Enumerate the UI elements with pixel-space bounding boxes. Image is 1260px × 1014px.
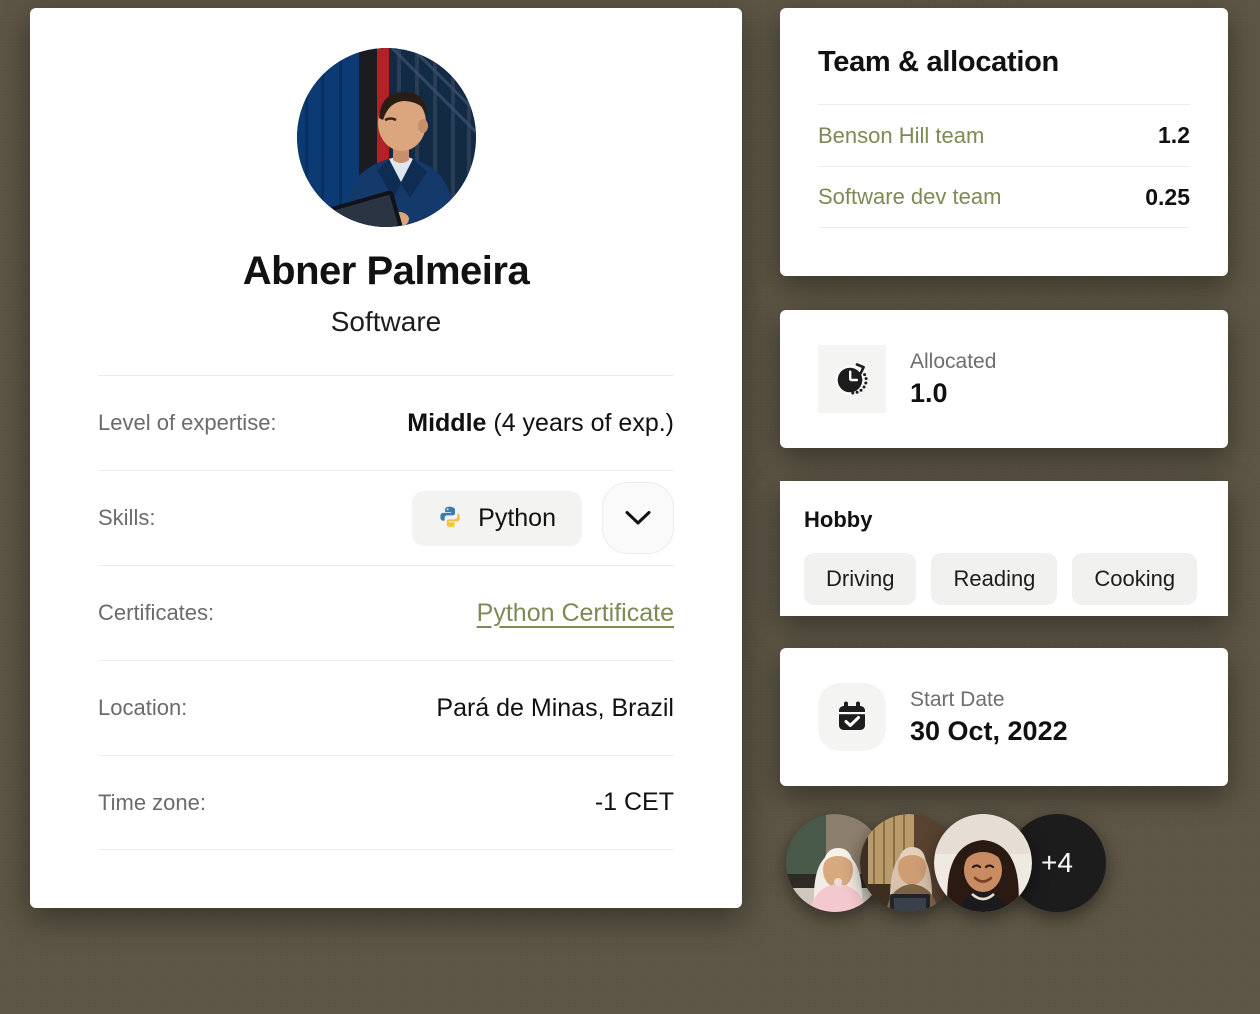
member-avatar-stack: +4	[786, 814, 1106, 912]
certificate-link[interactable]: Python Certificate	[477, 599, 674, 628]
allocated-card: Allocated 1.0	[780, 310, 1228, 448]
profile-dashboard: Abner Palmeira Software Level of experti…	[0, 0, 1260, 1014]
hobby-card: Hobby Driving Reading Cooking	[780, 481, 1228, 616]
hobby-chip-driving[interactable]: Driving	[804, 553, 917, 605]
detail-label: Location:	[98, 695, 188, 720]
skills-expand-button[interactable]	[602, 482, 674, 554]
page-title: Abner Palmeira	[242, 249, 530, 293]
skill-label: Python	[478, 503, 556, 532]
detail-label: Level of expertise:	[98, 410, 277, 435]
detail-row-time-zone: Time zone: -1 CET	[98, 755, 674, 850]
start-date-card: Start Date 30 Oct, 2022	[780, 648, 1228, 786]
allocated-text-group: Allocated 1.0	[910, 350, 996, 409]
detail-label: Time zone:	[98, 789, 207, 815]
hobby-chip-reading[interactable]: Reading	[931, 553, 1058, 605]
calendar-check-icon	[838, 701, 866, 730]
avatar-container	[30, 8, 742, 227]
detail-value: Pará de Minas, Brazil	[436, 693, 674, 722]
start-date-value: 30 Oct, 2022	[910, 715, 1068, 746]
allocated-label: Allocated	[910, 349, 997, 373]
team-allocation-value: 0.25	[1145, 183, 1190, 210]
profile-card: Abner Palmeira Software Level of experti…	[30, 8, 742, 908]
detail-value: -1 CET	[594, 788, 674, 816]
allocated-value: 1.0	[910, 377, 948, 408]
skills-value-group: Python	[412, 482, 674, 554]
detail-row-certificates: Certificates: Python Certificate	[98, 565, 674, 660]
chevron-down-icon	[625, 511, 651, 525]
team-allocation-title: Team & allocation	[818, 46, 1059, 78]
member-avatar-3[interactable]	[934, 814, 1032, 912]
start-date-label: Start Date	[910, 687, 1005, 711]
detail-label: Skills:	[98, 505, 156, 530]
avatar-photo-illustration	[296, 48, 476, 227]
detail-label: Certificates:	[98, 600, 215, 625]
detail-row-location: Location: Pará de Minas, Brazil	[98, 660, 674, 755]
hobby-title: Hobby	[804, 507, 873, 532]
expertise-level: Middle	[407, 408, 487, 437]
team-link[interactable]: Benson Hill team	[818, 123, 984, 149]
avatar	[296, 48, 476, 227]
start-date-text-group: Start Date 30 Oct, 2022	[910, 688, 1068, 747]
detail-row-level-of-expertise: Level of expertise: Middle (4 years of e…	[98, 375, 674, 470]
calendar-icon-container	[818, 683, 886, 751]
python-icon	[440, 506, 460, 528]
skill-chip-python[interactable]: Python	[412, 490, 582, 546]
team-row: Benson Hill team 1.2	[818, 104, 1190, 166]
hobby-chip-cooking[interactable]: Cooking	[1072, 553, 1198, 605]
detail-row-skills: Skills: Python	[98, 470, 674, 565]
profile-details-list: Level of expertise: Middle (4 years of e…	[98, 375, 674, 850]
member-avatar-photo	[934, 814, 1032, 912]
detail-value: Middle (4 years of exp.)	[407, 409, 674, 438]
team-row: Software dev team 0.25	[818, 166, 1190, 228]
team-link[interactable]: Software dev team	[818, 184, 1001, 210]
team-allocation-value: 1.2	[1158, 122, 1190, 148]
hobby-chip-list: Driving Reading Cooking	[804, 553, 1204, 605]
expertise-years: (4 years of exp.)	[486, 408, 674, 437]
clock-icon-container	[818, 345, 886, 413]
team-allocation-card: Team & allocation Benson Hill team 1.2 S…	[780, 8, 1228, 276]
profile-role: Software	[330, 306, 442, 337]
clock-icon	[835, 363, 868, 395]
team-list: Benson Hill team 1.2 Software dev team 0…	[818, 104, 1190, 228]
